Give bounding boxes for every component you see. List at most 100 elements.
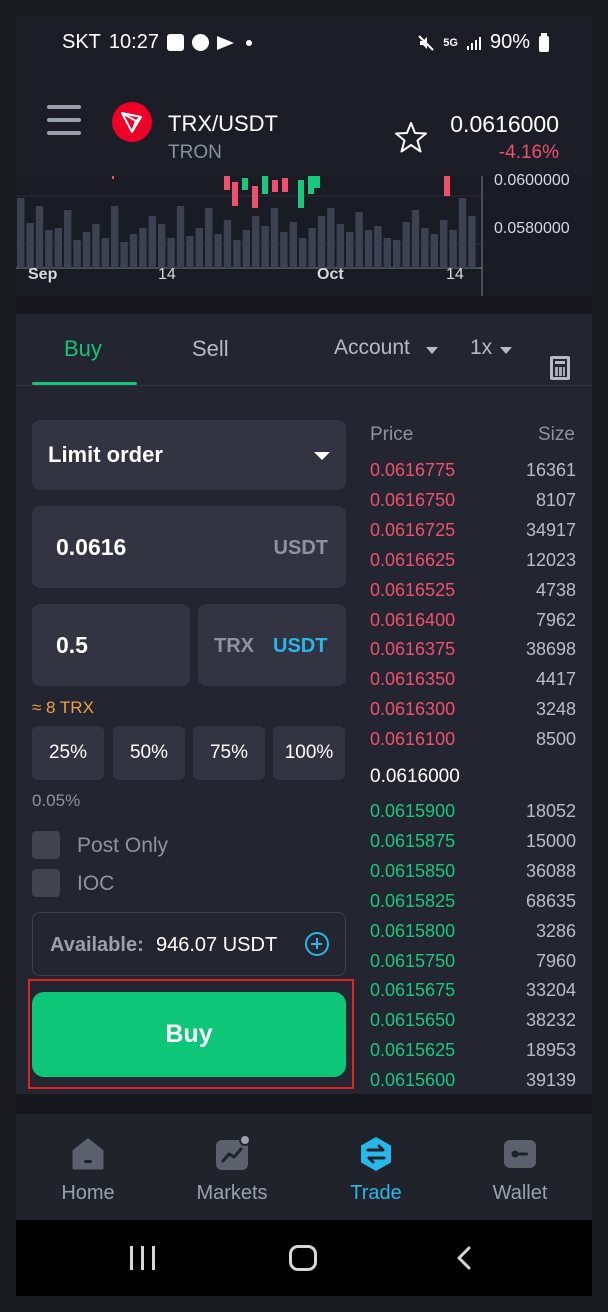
pair-title[interactable]: TRX/USDT — [168, 111, 278, 137]
volume-bar — [54, 228, 62, 268]
orderbook-ask-row[interactable]: 0.0616350 4417 — [370, 669, 576, 699]
volume-bar — [411, 210, 420, 268]
back-icon[interactable] — [456, 1246, 472, 1270]
orderbook-ask-row[interactable]: 0.0616750 8107 — [370, 490, 576, 520]
favorite-star-icon[interactable] — [394, 120, 428, 154]
available-balance: Available: 946.07 USDT — [32, 912, 346, 976]
volume-bar — [223, 220, 232, 268]
buy-button[interactable]: Buy — [32, 992, 346, 1077]
percent-25-button[interactable]: 25% — [32, 726, 104, 780]
tab-sell[interactable]: Sell — [192, 336, 229, 362]
trade-panel: Buy Sell Account 1x Limit order 0.0616 U… — [16, 314, 592, 1094]
quantity-input[interactable]: 0.5 — [32, 604, 190, 686]
volume-bar — [120, 242, 128, 268]
orderbook-bid-row[interactable]: 0.0615750 7960 — [370, 951, 576, 981]
bid-size: 33204 — [525, 980, 576, 1001]
bid-size: 39139 — [525, 1070, 576, 1091]
volume-bar — [440, 220, 448, 268]
volume-bar — [233, 240, 241, 268]
ask-price: 0.0616400 — [370, 609, 456, 630]
unit-trx-option[interactable]: TRX — [214, 635, 254, 658]
nav-wallet[interactable]: Wallet — [448, 1114, 592, 1220]
quantity-input-value[interactable]: 0.5 — [56, 632, 88, 659]
tab-buy[interactable]: Buy — [64, 336, 102, 362]
status-bar: SKT 10:27 5G 90% — [16, 16, 592, 72]
date-label: 14 — [158, 266, 176, 283]
ioc-checkbox[interactable] — [32, 869, 60, 897]
bid-size: 7960 — [535, 950, 576, 971]
nav-home-label: Home — [61, 1182, 115, 1204]
section-divider — [16, 1094, 592, 1114]
percent-75-button[interactable]: 75% — [193, 726, 265, 780]
ask-size: 4417 — [535, 669, 576, 690]
volume-bar — [346, 232, 354, 268]
unit-usdt-option[interactable]: USDT — [273, 635, 327, 658]
candle — [224, 176, 230, 190]
ask-price: 0.0616750 — [370, 489, 456, 510]
account-dropdown[interactable]: Account — [334, 336, 410, 360]
orderbook-ask-row[interactable]: 0.0616100 8500 — [370, 729, 576, 759]
orderbook-ask-row[interactable]: 0.0616525 4738 — [370, 580, 576, 610]
volume-bar — [148, 216, 156, 268]
battery-icon — [539, 32, 549, 52]
price-input[interactable]: 0.0616 USDT — [32, 506, 346, 588]
orderbook-bid-row[interactable]: 0.0615825 68635 — [370, 891, 576, 921]
nav-home[interactable]: Home — [16, 1114, 160, 1220]
volume-bar — [73, 240, 81, 268]
ask-price: 0.0616100 — [370, 729, 456, 750]
percent-50-button[interactable]: 50% — [113, 726, 185, 780]
volume-bar — [26, 223, 34, 268]
order-type-select[interactable]: Limit order — [32, 420, 346, 490]
price-input-value[interactable]: 0.0616 — [56, 534, 126, 561]
gallery-icon — [166, 34, 184, 51]
recent-apps-icon[interactable] — [130, 1246, 156, 1270]
orderbook-bid-row[interactable]: 0.0615675 33204 — [370, 980, 576, 1010]
volume-bar — [421, 228, 429, 268]
bid-size: 36088 — [525, 860, 576, 881]
ask-price: 0.0616725 — [370, 519, 456, 540]
orderbook-bid-row[interactable]: 0.0615875 15000 — [370, 831, 576, 861]
volume-bar — [383, 238, 391, 268]
orderbook-bid-row[interactable]: 0.0615800 3286 — [370, 921, 576, 951]
volume-bar — [393, 240, 401, 268]
orderbook-bid-row[interactable]: 0.0615625 18953 — [370, 1040, 576, 1070]
coin-name: TRON — [168, 142, 222, 163]
unit-toggle[interactable]: TRX USDT — [198, 604, 346, 686]
orderbook-ask-row[interactable]: 0.0616375 38698 — [370, 639, 576, 669]
more-notifications-dot — [245, 39, 252, 46]
mute-icon — [418, 34, 434, 51]
leverage-dropdown[interactable]: 1x — [470, 336, 492, 360]
nav-trade[interactable]: Trade — [304, 1114, 448, 1220]
percent-100-button[interactable]: 100% — [273, 726, 345, 780]
menu-icon[interactable] — [47, 105, 81, 137]
orderbook-bid-row[interactable]: 0.0615650 38232 — [370, 1010, 576, 1040]
chevron-down-icon[interactable] — [500, 347, 512, 354]
battery-percent: 90% — [489, 31, 530, 53]
ask-size: 3248 — [535, 699, 576, 720]
volume-bar — [355, 212, 363, 268]
orderbook-ask-row[interactable]: 0.0616625 12023 — [370, 550, 576, 580]
nav-markets[interactable]: Markets — [160, 1114, 304, 1220]
bid-price: 0.0615675 — [370, 980, 456, 1001]
candle — [242, 178, 248, 190]
volume-bar — [374, 226, 382, 268]
calculator-icon[interactable] — [550, 356, 570, 380]
bid-price: 0.0615875 — [370, 830, 456, 851]
orderbook-bid-row[interactable]: 0.0615850 36088 — [370, 861, 576, 891]
chevron-down-icon[interactable] — [426, 347, 438, 354]
volume-bar — [468, 216, 476, 268]
orderbook-price-header: Price — [370, 424, 414, 445]
candle — [272, 180, 278, 192]
post-only-checkbox[interactable] — [32, 831, 60, 859]
post-only-label[interactable]: Post Only — [77, 834, 168, 858]
orderbook-ask-row[interactable]: 0.0616400 7962 — [370, 610, 576, 640]
price-chart[interactable]: 0.0600000 0.0580000 Sep 14 Oct 14 — [16, 172, 592, 296]
orderbook-ask-row[interactable]: 0.0616300 3248 — [370, 699, 576, 729]
home-button-icon[interactable] — [289, 1245, 317, 1271]
orderbook-bid-row[interactable]: 0.0615900 18052 — [370, 801, 576, 831]
bottom-navigation: Home Markets Trade Wallet — [16, 1114, 592, 1220]
ioc-label[interactable]: IOC — [77, 872, 114, 896]
orderbook-ask-row[interactable]: 0.0616775 16361 — [370, 460, 576, 490]
add-funds-icon[interactable] — [305, 932, 329, 956]
orderbook-ask-row[interactable]: 0.0616725 34917 — [370, 520, 576, 550]
